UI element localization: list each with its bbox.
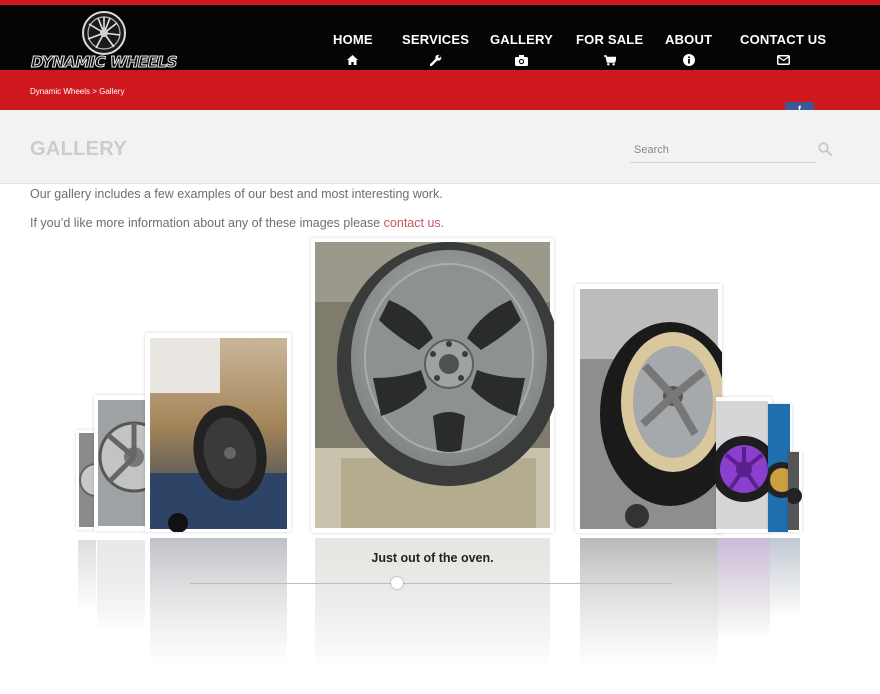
site-header: DYNAMIC WHEELS HOME SERVICES GALLERY FOR…: [0, 0, 880, 72]
nav-home[interactable]: HOME: [333, 32, 373, 67]
gallery-slide[interactable]: [94, 395, 146, 531]
slide-reflection: [150, 538, 287, 666]
nav-about[interactable]: ABOUT: [665, 32, 712, 67]
gallery-contact-suffix: .: [440, 216, 445, 230]
wheel-logo-icon: [82, 11, 126, 55]
nav-services[interactable]: SERVICES: [402, 32, 469, 67]
nav-gallery-label: GALLERY: [490, 32, 554, 47]
wheel-photo: [79, 433, 96, 527]
nav-about-label: ABOUT: [665, 32, 713, 47]
cart-icon: [603, 53, 616, 67]
wheel-photo: [98, 400, 146, 526]
gallery-slider-handle[interactable]: [391, 577, 403, 589]
nav-contact-us-label: CONTACT US: [740, 32, 827, 47]
nav-for-sale-label: FOR SALE: [576, 32, 644, 47]
gallery-intro-text: Our gallery includes a few examples of o…: [30, 187, 443, 201]
gallery-slide[interactable]: [788, 452, 802, 532]
nav-services-label: SERVICES: [402, 32, 470, 47]
contact-us-link[interactable]: contact us: [384, 216, 441, 230]
wheel-photo: [580, 289, 722, 529]
gallery-slide[interactable]: [716, 397, 772, 533]
gallery-slide-active[interactable]: [311, 238, 554, 533]
nav-contact-us[interactable]: CONTACT US: [740, 32, 826, 67]
nav-home-label: HOME: [333, 32, 373, 47]
wheel-photo: [150, 338, 287, 532]
wheel-photo: [788, 452, 802, 530]
logo-text: DYNAMIC WHEELS: [30, 53, 178, 72]
wheel-photo: [315, 242, 554, 528]
gallery-contact-prefix: If you’d like more information about any…: [30, 216, 384, 230]
gallery-slide[interactable]: [145, 333, 291, 532]
search-input[interactable]: [630, 141, 814, 159]
slide-reflection: [718, 538, 770, 638]
search-icon[interactable]: [818, 142, 832, 161]
home-icon: [347, 53, 359, 67]
camera-icon: [515, 53, 529, 67]
envelope-icon: [776, 53, 790, 67]
slide-reflection: [78, 540, 96, 610]
slide-reflection: [770, 538, 800, 618]
breadcrumb-bar: [0, 70, 880, 110]
site-logo[interactable]: DYNAMIC WHEELS: [28, 11, 180, 75]
wrench-icon: [429, 53, 442, 67]
gallery-slider-track[interactable]: [190, 583, 672, 584]
search-field: [630, 137, 816, 163]
nav-gallery[interactable]: GALLERY: [490, 32, 553, 67]
gallery-slide[interactable]: [575, 284, 722, 533]
wheel-photo: [716, 401, 772, 529]
page-title: GALLERY: [30, 138, 127, 160]
nav-for-sale[interactable]: FOR SALE: [576, 32, 643, 67]
gallery-caption: Just out of the oven.: [371, 551, 494, 565]
slide-reflection: [580, 538, 718, 666]
info-icon: [682, 53, 695, 67]
gallery-slide[interactable]: [76, 430, 96, 530]
gallery-contact-text: If you’d like more information about any…: [30, 216, 444, 230]
slide-reflection: [97, 540, 145, 630]
breadcrumb[interactable]: Dynamic Wheels > Gallery: [30, 87, 124, 96]
